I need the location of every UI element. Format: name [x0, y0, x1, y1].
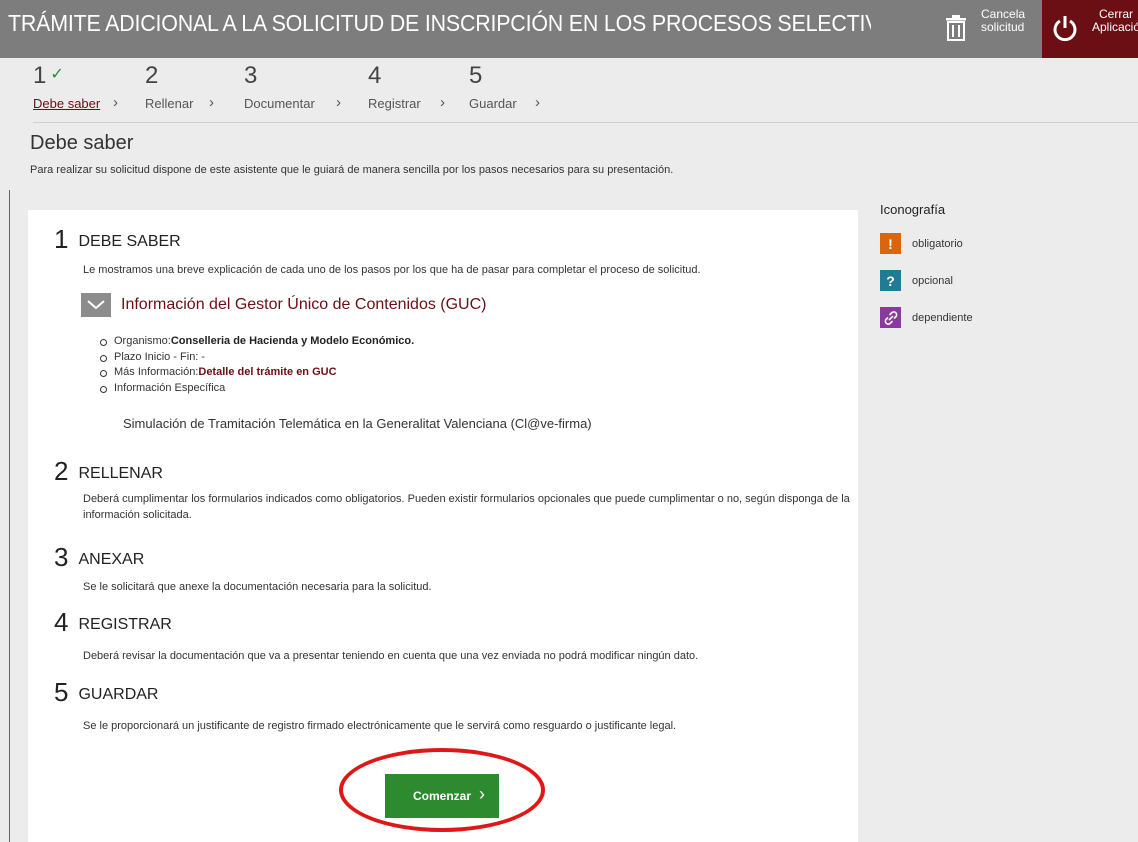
chevron-right-icon: ›	[440, 94, 445, 111]
step-label-rellenar[interactable]: Rellenar	[145, 96, 193, 111]
legend-label: opcional	[912, 274, 953, 287]
step-number: 2	[145, 62, 159, 89]
exclamation-icon: !	[880, 233, 901, 254]
step-number: 1	[33, 62, 47, 89]
step-number: 5	[469, 62, 483, 89]
section-text: Se le solicitará que anexe la documentac…	[83, 581, 432, 593]
step-5[interactable]: 5 Guardar ›	[469, 62, 540, 111]
cancel-label-1: Cancela	[981, 7, 1026, 21]
question-icon: ?	[880, 270, 901, 291]
legend-opcional: ? opcional	[880, 270, 953, 291]
legend-dependiente: dependiente	[880, 307, 973, 328]
section-anexar: 3 ANEXAR	[54, 542, 144, 573]
page-subtitle: Para realizar su solicitud dispone de es…	[30, 164, 674, 176]
legend-obligatorio: ! obligatorio	[880, 233, 963, 254]
specific-info-text: Simulación de Tramitación Telemática en …	[123, 416, 592, 431]
step-4[interactable]: 4 Registrar ›	[368, 62, 445, 111]
section-number: 4	[54, 607, 69, 637]
section-title: ANEXAR	[78, 551, 145, 568]
close-label-2: Aplicación	[1092, 20, 1138, 34]
section-number: 3	[54, 542, 69, 572]
organismo-value: Conselleria de Hacienda y Modelo Económi…	[170, 335, 415, 347]
list-item: Plazo Inicio - Fin: -	[100, 350, 414, 366]
accordion-title[interactable]: Información del Gestor Único de Contenid…	[121, 296, 487, 314]
close-label-1: Cerrar	[1098, 7, 1133, 21]
chevron-right-icon: ›	[535, 94, 540, 111]
section-title: RELLENAR	[78, 465, 163, 482]
guc-accordion[interactable]: Información del Gestor Único de Contenid…	[81, 293, 487, 317]
section-number: 2	[54, 456, 69, 486]
section-rellenar: 2 RELLENAR	[54, 456, 163, 487]
section-title: GUARDAR	[78, 686, 159, 703]
section-text: Deberá revisar la documentación que va a…	[83, 650, 699, 662]
section-text: Se le proporcionará un justificante de r…	[83, 720, 677, 732]
section-title: REGISTRAR	[78, 616, 172, 633]
close-app-button[interactable]: Cerrar Aplicación	[1042, 0, 1138, 58]
step-1[interactable]: 1 ✓ Debe saber ›	[33, 62, 118, 111]
mas-info-label: Más Información:	[114, 366, 199, 378]
section-title: DEBE SABER	[78, 233, 181, 250]
chevron-right-icon: ›	[336, 94, 341, 111]
app-title: TRÁMITE ADICIONAL A LA SOLICITUD DE INSC…	[8, 10, 871, 36]
iconografia-title: Iconografía	[880, 202, 946, 217]
power-icon	[1051, 14, 1079, 42]
step-number: 3	[244, 62, 258, 89]
cancel-label-2: solicitud	[981, 20, 1025, 34]
chevron-down-icon[interactable]	[81, 293, 111, 317]
list-item: Organismo:Conselleria de Hacienda y Mode…	[100, 334, 414, 350]
cancel-request-button[interactable]: Cancela solicitud	[937, 0, 1042, 58]
stepper-divider	[33, 122, 1138, 123]
app-header: TRÁMITE ADICIONAL A LA SOLICITUD DE INSC…	[0, 0, 1138, 58]
step-label-guardar[interactable]: Guardar	[469, 96, 517, 111]
guc-detail-link[interactable]: Detalle del trámite en GUC	[198, 366, 336, 378]
legend-label: dependiente	[912, 311, 973, 324]
section-number: 1	[54, 224, 69, 254]
step-number: 4	[368, 62, 382, 89]
organismo-label: Organismo:	[114, 335, 171, 347]
step-label-registrar[interactable]: Registrar	[368, 96, 421, 111]
chevron-right-icon: ›	[113, 94, 118, 111]
trash-icon	[944, 14, 968, 42]
section-text: Le mostramos una breve explicación de ca…	[83, 264, 701, 276]
section-registrar: 4 REGISTRAR	[54, 607, 172, 638]
section-number: 5	[54, 677, 69, 707]
list-item: Información Específica	[100, 381, 414, 397]
step-label-debe-saber[interactable]: Debe saber	[33, 96, 100, 111]
step-label-documentar[interactable]: Documentar	[244, 96, 315, 111]
section-text: Deberá cumplimentar los formularios indi…	[83, 493, 850, 521]
step-3[interactable]: 3 Documentar ›	[244, 62, 341, 111]
legend-label: obligatorio	[912, 237, 963, 250]
guc-info-list: Organismo:Conselleria de Hacienda y Mode…	[100, 334, 414, 396]
section-guardar: 5 GUARDAR	[54, 677, 158, 708]
list-item: Más Información:Detalle del trámite en G…	[100, 365, 414, 381]
check-icon: ✓	[50, 66, 64, 83]
highlight-ellipse	[339, 748, 545, 832]
chevron-right-icon: ›	[209, 94, 214, 111]
link-icon	[880, 307, 901, 328]
section-debe-saber: 1 DEBE SABER	[54, 224, 181, 255]
step-2[interactable]: 2 Rellenar ›	[145, 62, 214, 111]
page-title: Debe saber	[30, 132, 134, 154]
divider	[9, 190, 10, 842]
